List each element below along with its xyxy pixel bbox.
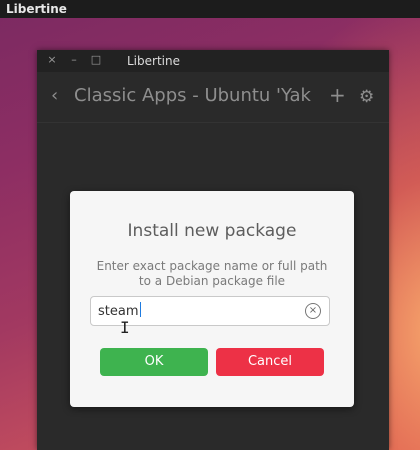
package-name-value[interactable]: steam <box>98 304 139 319</box>
page-header: ‹ Classic Apps - Ubuntu 'Yakk... + ⚙ <box>37 72 389 122</box>
maximize-window-icon[interactable]: □ <box>89 53 103 67</box>
minimize-window-icon[interactable]: – <box>67 53 81 67</box>
gear-icon[interactable]: ⚙ <box>359 85 374 109</box>
header-divider <box>37 122 389 123</box>
cancel-button[interactable]: Cancel <box>216 348 324 376</box>
clear-input-icon[interactable]: × <box>305 303 321 319</box>
page-title: Classic Apps - Ubuntu 'Yakk... <box>74 85 312 106</box>
add-icon[interactable]: + <box>329 83 346 107</box>
dialog-title: Install new package <box>127 221 297 241</box>
close-window-icon[interactable]: × <box>45 53 59 67</box>
ok-button[interactable]: OK <box>100 348 208 376</box>
back-icon[interactable]: ‹ <box>51 84 58 108</box>
install-package-dialog: Install new package Enter exact package … <box>70 191 354 407</box>
top-panel: Libertine <box>0 0 420 18</box>
text-caret <box>139 302 141 317</box>
ibeam-cursor-icon: I <box>120 318 130 337</box>
window-titlebar: × – □ Libertine <box>37 50 389 72</box>
active-app-name: Libertine <box>6 2 67 16</box>
window-title: Libertine <box>127 54 180 68</box>
dialog-description: Enter exact package name or full path to… <box>96 259 328 288</box>
